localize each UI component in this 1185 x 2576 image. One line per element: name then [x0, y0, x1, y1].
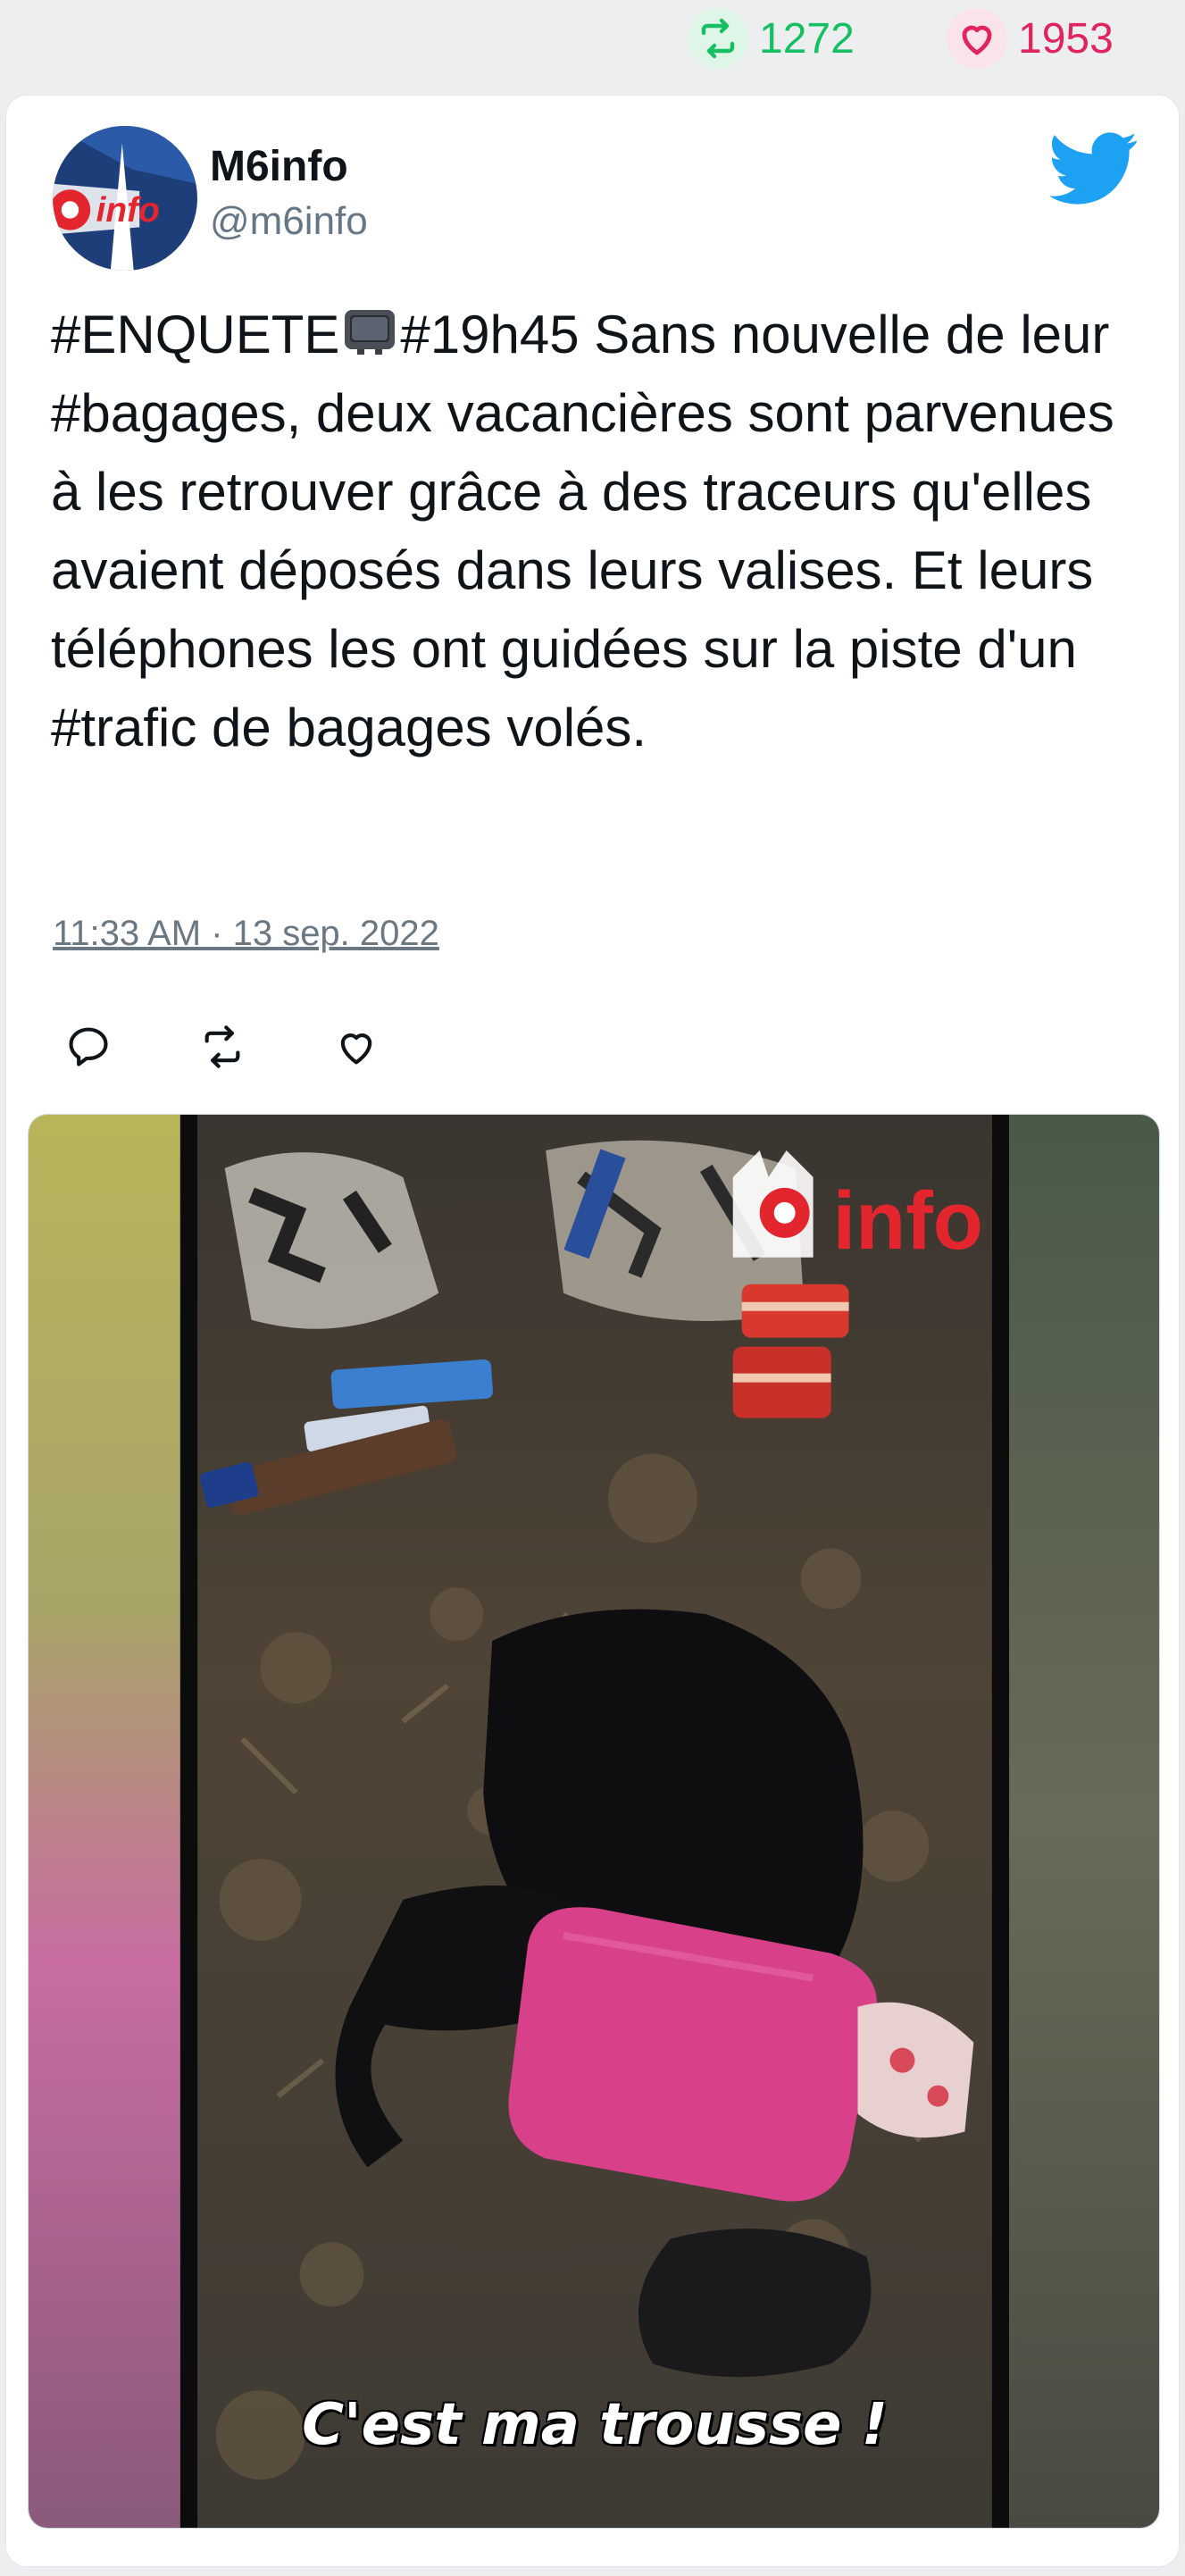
- svg-text:info: info: [96, 191, 160, 230]
- avatar[interactable]: info: [53, 126, 197, 271]
- retweet-button[interactable]: [197, 1022, 247, 1072]
- tweet-card: info M6info @m6info #ENQUETE #19h45 Sans …: [5, 95, 1180, 2567]
- like-count: 1953: [1018, 14, 1114, 63]
- author-name[interactable]: M6info: [210, 142, 348, 191]
- reply-button[interactable]: [63, 1022, 113, 1072]
- tweet-timestamp[interactable]: 11:33 AM · 13 sep. 2022: [53, 914, 439, 954]
- tweet-text-start: #ENQUETE: [51, 305, 340, 364]
- tweet-text: #ENQUETE #19h45 Sans nouvelle de leur #ba…: [51, 296, 1140, 767]
- author-handle[interactable]: @m6info: [210, 199, 368, 244]
- heart-icon: [947, 8, 1007, 69]
- like-stat[interactable]: 1953: [947, 8, 1114, 69]
- retweet-icon: [204, 1025, 240, 1068]
- tweet-video[interactable]: info C'est ma trousse !: [28, 1114, 1160, 2529]
- tweet-stats-bar: 1272 1953: [0, 0, 1185, 89]
- tweet-actions: [63, 1016, 465, 1078]
- reply-icon: [69, 1027, 108, 1066]
- tweet-text-body: #19h45 Sans nouvelle de leur #bagages, d…: [51, 305, 1114, 757]
- retweet-count: 1272: [759, 14, 855, 63]
- retweet-stat[interactable]: 1272: [688, 8, 855, 69]
- television-icon: [341, 301, 398, 358]
- heart-icon: [340, 1033, 372, 1065]
- retweet-icon: [688, 8, 748, 69]
- video-caption: C'est ma trousse !: [302, 2392, 888, 2458]
- twitter-bird-icon[interactable]: [1049, 131, 1139, 206]
- video-frame: info: [29, 1115, 1159, 2528]
- like-button[interactable]: [331, 1022, 381, 1072]
- m6info-logo: info: [53, 126, 197, 271]
- svg-text:info: info: [833, 1175, 983, 1267]
